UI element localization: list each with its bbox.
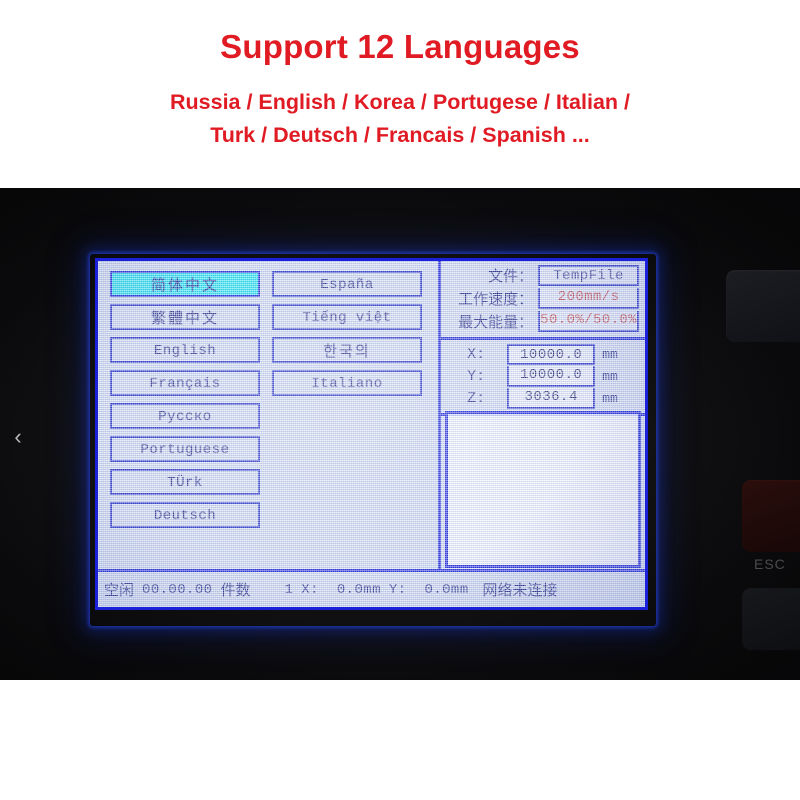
language-grid: 简体中文 繁體中文 English Français Русско Portug… — [110, 271, 426, 528]
file-label: 文件： — [488, 267, 534, 285]
language-button-simplified-chinese[interactable]: 简体中文 — [110, 271, 260, 297]
language-button-italiano[interactable]: Italiano — [272, 370, 422, 396]
language-button-korean[interactable]: 한국의 — [272, 337, 422, 363]
coordinate-unit-z: mm — [602, 390, 618, 406]
bezel-button-top[interactable] — [726, 270, 800, 342]
bezel-button-stop[interactable] — [742, 480, 800, 552]
language-button-turkish[interactable]: TÜrk — [110, 469, 260, 495]
coordinate-row-y: Y: 10000.0 mm — [445, 365, 641, 387]
banner-title: Support 12 Languages — [220, 28, 580, 65]
banner-subtitle-line-2: Turk / Deutsch / Francais / Spanish ... — [210, 123, 590, 148]
file-value[interactable]: TempFile — [538, 265, 639, 286]
status-timer: 00.00.00 — [142, 581, 213, 598]
power-row: 最大能量： 50.0%/50.0% — [445, 310, 639, 333]
language-column-right: España Tiếng việt 한국의 Italiano — [272, 271, 422, 528]
coordinate-value-y[interactable]: 10000.0 — [507, 365, 596, 387]
coordinate-row-z: Z: 3036.4 mm — [445, 387, 641, 409]
power-label: 最大能量： — [458, 313, 534, 331]
status-network: 网络未连接 — [482, 581, 558, 599]
status-state: 空闲 — [104, 581, 135, 599]
language-button-russian[interactable]: Русско — [110, 403, 260, 429]
coordinates-block: X: 10000.0 mm Y: 10000.0 mm Z: 3036.4 mm — [441, 340, 645, 416]
coordinate-value-x[interactable]: 10000.0 — [507, 343, 596, 365]
file-row: 文件： TempFile — [445, 264, 639, 287]
coordinate-unit-y: mm — [602, 368, 618, 384]
coordinate-unit-x: mm — [602, 346, 618, 362]
coordinate-axis-x-label: X: — [467, 345, 486, 363]
speed-label: 工作速度： — [458, 290, 534, 308]
language-button-portuguese[interactable]: Portuguese — [110, 436, 260, 462]
banner-subtitle: Russia / English / Korea / Portugese / I… — [0, 86, 800, 153]
language-button-traditional-chinese[interactable]: 繁體中文 — [110, 304, 260, 330]
job-preview-area[interactable] — [445, 411, 641, 568]
coordinate-value-z[interactable]: 3036.4 — [507, 387, 596, 409]
machine-photo: ‹ ESC 简体中文 繁體中文 English Français Русско … — [0, 188, 800, 680]
job-info-panel: 文件： TempFile 工作速度： 200mm/s 最大能量： 50.0%/5… — [441, 261, 645, 572]
coordinate-axis-z-label: Z: — [467, 389, 486, 407]
status-count-label: 件数 — [220, 581, 251, 599]
coordinate-row-x: X: 10000.0 mm — [445, 343, 641, 365]
chevron-left-icon[interactable]: ‹ — [8, 424, 28, 450]
language-button-francais[interactable]: Français — [110, 370, 260, 396]
speed-row: 工作速度： 200mm/s — [445, 287, 639, 310]
speed-value[interactable]: 200mm/s — [538, 288, 639, 309]
banner-subtitle-line-1: Russia / English / Korea / Portugese / I… — [170, 89, 630, 114]
lcd-screen: 简体中文 繁體中文 English Français Русско Portug… — [95, 258, 648, 610]
power-value[interactable]: 50.0%/50.0% — [538, 311, 639, 332]
language-button-english[interactable]: English — [110, 337, 260, 363]
language-column-left: 简体中文 繁體中文 English Français Русско Portug… — [110, 271, 260, 528]
promo-banner: Support 12 Languages Russia / English / … — [0, 0, 800, 188]
status-x-label: X: — [301, 581, 319, 598]
lcd-main-area: 简体中文 繁體中文 English Français Русско Portug… — [98, 261, 645, 572]
status-x-value: 0.0mm — [336, 581, 381, 598]
language-button-deutsch[interactable]: Deutsch — [110, 502, 260, 528]
status-count-value: 1 — [284, 581, 294, 598]
file-info-block: 文件： TempFile 工作速度： 200mm/s 最大能量： 50.0%/5… — [441, 261, 645, 340]
coordinate-axis-y-label: Y: — [467, 367, 486, 385]
language-button-espana[interactable]: España — [272, 271, 422, 297]
bezel-button-bottom[interactable] — [742, 588, 800, 650]
language-panel: 简体中文 繁體中文 English Français Русско Portug… — [98, 261, 442, 572]
status-bar: 空闲 00.00.00 件数 1 X: 0.0mm Y: 0.0mm 网络未连接 — [98, 569, 645, 607]
status-y-value: 0.0mm — [424, 581, 469, 598]
status-y-label: Y: — [388, 581, 407, 598]
language-button-vietnamese[interactable]: Tiếng việt — [272, 304, 422, 330]
bezel-esc-label: ESC — [754, 556, 786, 572]
